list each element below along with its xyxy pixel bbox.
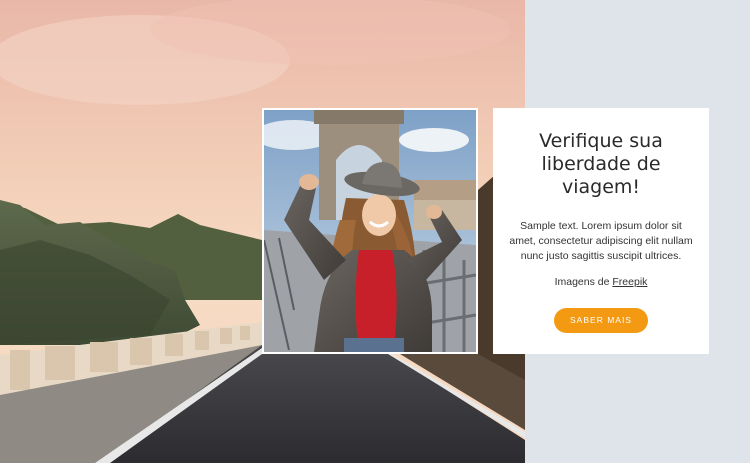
info-card: Verifique sua liberdade de viagem! Sampl… <box>493 108 709 354</box>
saber-mais-button[interactable]: SABER MAIS <box>554 308 648 333</box>
image-credit-prefix: Imagens de <box>554 276 610 288</box>
card-title: Verifique sua liberdade de viagem! <box>539 130 663 198</box>
image-credit: Imagens de Freepik <box>493 276 709 288</box>
woman-traveler-photo <box>262 108 478 354</box>
card-body-text: Sample text. Lorem ipsum dolor sit amet,… <box>509 220 693 262</box>
freepik-link[interactable]: Freepik <box>612 276 647 288</box>
